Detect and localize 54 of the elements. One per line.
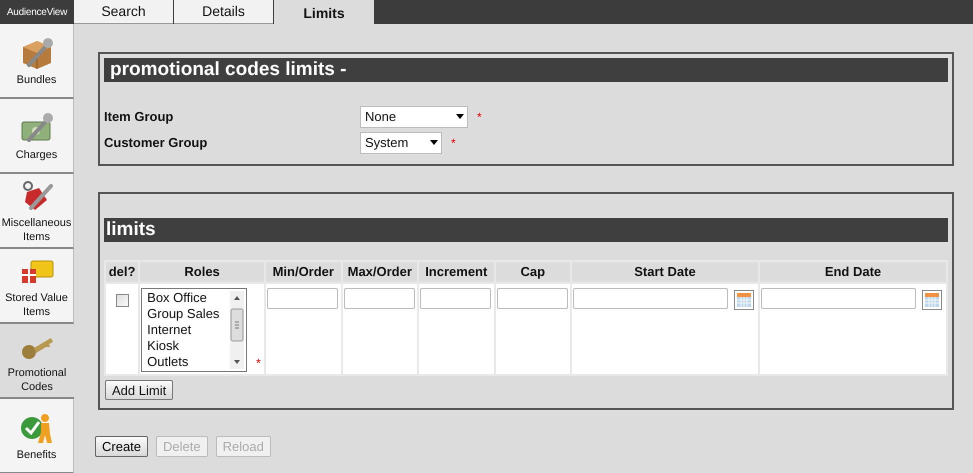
list-option[interactable]: Group Sales <box>147 306 230 322</box>
gift-card-icon <box>22 260 53 282</box>
action-button[interactable]: Create <box>95 436 148 457</box>
checkbox[interactable] <box>116 294 129 307</box>
calendar-button[interactable] <box>734 290 754 310</box>
required-mark: * <box>477 108 482 126</box>
required-mark: * <box>451 134 456 152</box>
input-field[interactable] <box>267 288 338 309</box>
input-field[interactable] <box>344 288 415 309</box>
field-label: Item Group <box>104 108 174 126</box>
column-header: Roles <box>140 262 264 282</box>
roles-listbox[interactable]: Box Office Group Sales Internet Kiosk Outlets <box>141 288 248 372</box>
calendar-icon <box>924 293 939 307</box>
list-option[interactable]: Box Office <box>147 290 230 306</box>
dropdown[interactable]: System <box>360 132 442 154</box>
column-header: End Date <box>760 262 946 282</box>
list-option[interactable]: Outlets <box>147 354 230 370</box>
caret-icon <box>430 140 438 145</box>
column-header: Max/Order <box>342 262 418 282</box>
column-header: Cap <box>496 262 570 282</box>
key-icon <box>22 338 53 358</box>
panel-title: limits <box>104 218 948 242</box>
tab[interactable]: Limits <box>274 0 374 24</box>
list-option[interactable]: Kiosk <box>147 338 230 354</box>
check-person-icon <box>20 414 52 442</box>
caret-icon <box>456 114 464 119</box>
sidebar-item[interactable]: Miscellaneous Items <box>0 174 74 249</box>
list-option[interactable]: Internet <box>147 322 230 338</box>
add-limit-button[interactable]: Add Limit <box>105 380 174 400</box>
sidebar-item[interactable]: Charges <box>0 99 74 174</box>
column-header: Increment <box>419 262 494 282</box>
price-tag-icon <box>22 180 52 210</box>
brand-label: AudienceView <box>6 6 68 20</box>
input-field[interactable] <box>496 288 568 309</box>
scrollbar[interactable] <box>230 291 244 369</box>
cash-wrench-icon <box>21 112 52 142</box>
input-field[interactable] <box>420 288 492 309</box>
tab[interactable]: Search <box>74 0 173 24</box>
sidebar-item[interactable]: Benefits <box>0 399 74 473</box>
column-header: Start Date <box>572 262 758 282</box>
column-header: del? <box>106 262 138 282</box>
date-field[interactable] <box>760 288 916 309</box>
tab[interactable]: Details <box>174 0 273 24</box>
sidebar-item[interactable]: Bundles <box>0 24 74 99</box>
field-label: Customer Group <box>104 134 208 152</box>
column-header: Min/Order <box>266 262 341 282</box>
panel-title: promotional codes limits - <box>104 58 948 82</box>
sidebar-item[interactable]: Stored Value Items <box>0 249 74 324</box>
calendar-button[interactable] <box>922 290 942 310</box>
calendar-icon <box>736 293 751 307</box>
dropdown[interactable]: None <box>360 106 468 128</box>
box-wrench-icon <box>22 38 52 69</box>
required-mark: * <box>256 355 261 372</box>
date-field[interactable] <box>572 288 728 309</box>
